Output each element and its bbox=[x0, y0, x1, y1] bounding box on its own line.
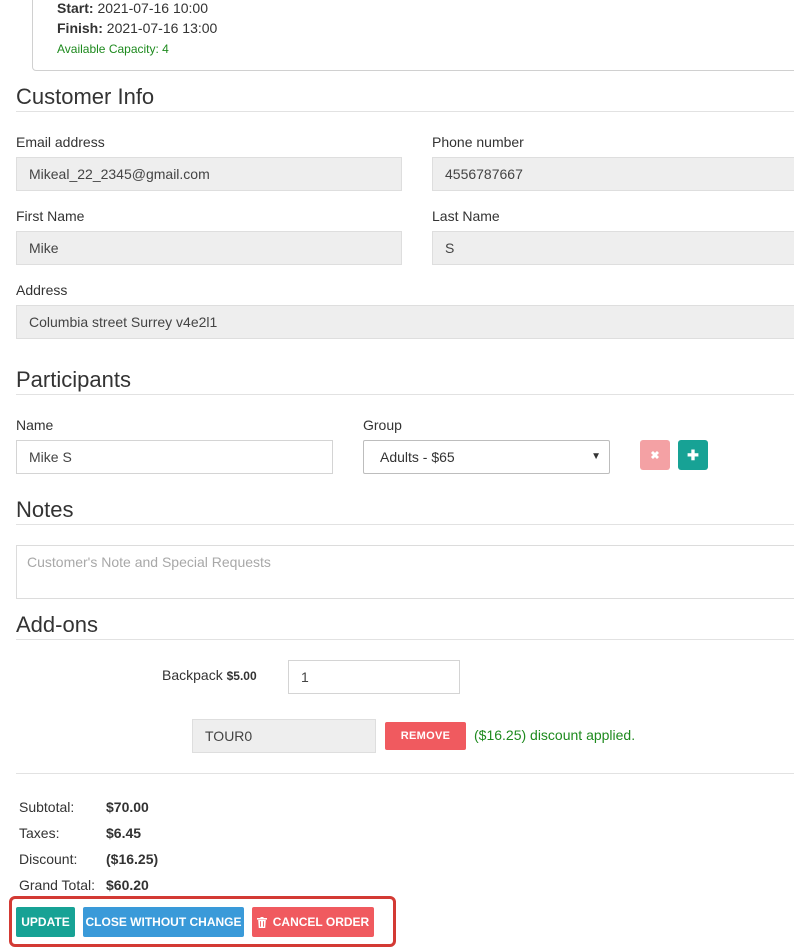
remove-participant-button[interactable]: ✖ bbox=[640, 440, 670, 470]
cancel-order-button[interactable]: CANCEL ORDER bbox=[252, 907, 374, 937]
backpack-addon-label: Backpack $5.00 bbox=[162, 667, 257, 683]
customer-info-title: Customer Info bbox=[16, 84, 155, 109]
start-line: Start: 2021-07-16 10:00 bbox=[57, 0, 208, 16]
grand-total-value: $60.20 bbox=[106, 877, 149, 893]
first-name-field[interactable]: Mike bbox=[16, 231, 402, 265]
discount-value: ($16.25) bbox=[106, 851, 159, 867]
participant-group-value: Adults - $65 bbox=[380, 449, 455, 465]
backpack-quantity-input[interactable]: 1 bbox=[288, 660, 460, 694]
discount-label: Discount: bbox=[19, 851, 78, 867]
trash-icon bbox=[256, 916, 267, 928]
first-name-label: First Name bbox=[16, 208, 85, 224]
grand-total-label: Grand Total: bbox=[19, 877, 96, 893]
subtotal-label: Subtotal: bbox=[19, 799, 75, 815]
finish-line: Finish: 2021-07-16 13:00 bbox=[57, 20, 217, 36]
chevron-down-icon: ▼ bbox=[591, 451, 601, 462]
phone-field[interactable]: 4556787667 bbox=[432, 157, 794, 191]
close-without-change-button[interactable]: CLOSE WITHOUT CHANGE bbox=[83, 907, 244, 937]
addons-title: Add-ons bbox=[16, 612, 98, 637]
backpack-price: $5.00 bbox=[226, 669, 257, 683]
notes-textarea[interactable]: Customer's Note and Special Requests bbox=[16, 545, 794, 599]
taxes-label: Taxes: bbox=[19, 825, 60, 841]
last-name-label: Last Name bbox=[432, 208, 500, 224]
remove-coupon-button[interactable]: REMOVE bbox=[385, 722, 466, 750]
discount-applied-message: ($16.25) discount applied. bbox=[474, 727, 636, 743]
participants-title: Participants bbox=[16, 367, 131, 392]
taxes-value: $6.45 bbox=[106, 825, 142, 841]
divider bbox=[16, 639, 794, 640]
address-label: Address bbox=[16, 282, 68, 298]
subtotal-value: $70.00 bbox=[106, 799, 149, 815]
divider bbox=[16, 773, 794, 774]
divider bbox=[16, 394, 794, 395]
participant-name-input[interactable]: Mike S bbox=[16, 440, 333, 474]
participant-name-label: Name bbox=[16, 417, 54, 433]
participant-group-select[interactable]: Adults - $65 ▼ bbox=[363, 440, 610, 474]
participant-group-label: Group bbox=[363, 417, 402, 433]
start-value: 2021-07-16 10:00 bbox=[97, 0, 208, 16]
finish-value: 2021-07-16 13:00 bbox=[106, 20, 218, 36]
backpack-name: Backpack bbox=[162, 667, 223, 683]
available-capacity: Available Capacity: 4 bbox=[57, 42, 169, 56]
finish-label: Finish: bbox=[57, 20, 103, 36]
email-field[interactable]: Mikeal_22_2345@gmail.com bbox=[16, 157, 402, 191]
start-label: Start: bbox=[57, 0, 94, 16]
close-icon: ✖ bbox=[650, 449, 660, 462]
address-field[interactable]: Columbia street Surrey v4e2l1 bbox=[16, 305, 794, 339]
phone-label: Phone number bbox=[432, 134, 524, 150]
divider bbox=[16, 111, 794, 112]
update-button[interactable]: UPDATE bbox=[16, 907, 75, 937]
cancel-order-label: CANCEL ORDER bbox=[272, 915, 370, 929]
coupon-code-field[interactable]: TOUR0 bbox=[192, 719, 376, 753]
divider bbox=[16, 524, 794, 525]
notes-title: Notes bbox=[16, 497, 74, 522]
email-label: Email address bbox=[16, 134, 105, 150]
add-participant-button[interactable]: ✚ bbox=[678, 440, 708, 470]
plus-icon: ✚ bbox=[687, 446, 699, 463]
last-name-field[interactable]: S bbox=[432, 231, 794, 265]
